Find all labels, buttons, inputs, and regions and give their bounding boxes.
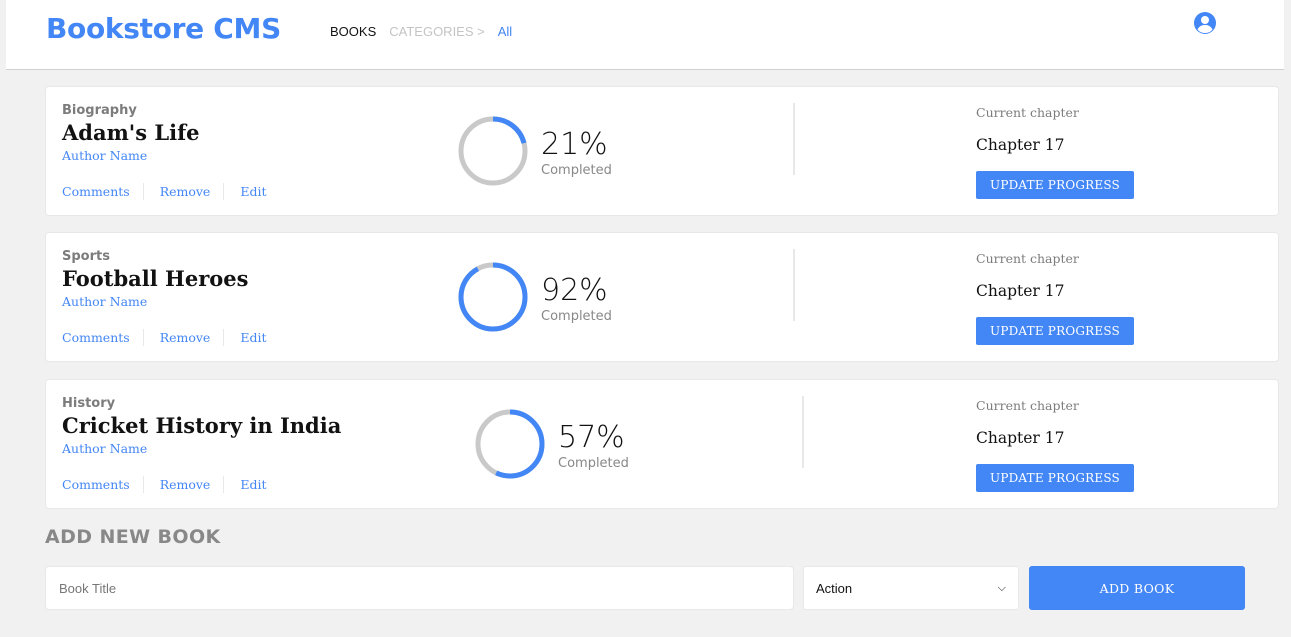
remove-button[interactable]: Remove <box>160 184 211 199</box>
edit-button[interactable]: Edit <box>240 477 266 492</box>
book-title: Cricket History in India <box>62 413 342 438</box>
update-progress-button[interactable]: UPDATE PROGRESS <box>976 464 1134 492</box>
card-divider <box>793 249 795 321</box>
current-chapter-label: Current chapter <box>976 105 1079 120</box>
book-genre: Biography <box>62 103 137 118</box>
book-author[interactable]: Author Name <box>62 441 147 456</box>
nav-categories-link[interactable]: CATEGORIES > <box>389 24 484 39</box>
card-divider <box>793 103 795 175</box>
update-progress-button[interactable]: UPDATE PROGRESS <box>976 171 1134 199</box>
nav-books-link[interactable]: BOOKS <box>330 24 376 39</box>
completed-label: Completed <box>541 309 612 324</box>
chevron-down-icon: ⌵ <box>997 581 1006 594</box>
header: Bookstore CMS BOOKS CATEGORIES > All <box>6 0 1284 70</box>
progress-ring <box>475 409 545 479</box>
action-divider <box>142 476 144 493</box>
book-author[interactable]: Author Name <box>62 148 147 163</box>
current-chapter-label: Current chapter <box>976 251 1079 266</box>
update-progress-button[interactable]: UPDATE PROGRESS <box>976 317 1134 345</box>
nav-bar: BOOKS CATEGORIES > All <box>330 24 512 39</box>
book-actions: Comments Remove Edit <box>62 476 267 493</box>
edit-button[interactable]: Edit <box>240 184 266 199</box>
brand-logo[interactable]: Bookstore CMS <box>46 12 281 45</box>
current-chapter: Chapter 17 <box>976 429 1065 447</box>
book-card: History Cricket History in India Author … <box>45 379 1279 509</box>
remove-button[interactable]: Remove <box>160 477 211 492</box>
add-book-button[interactable]: ADD BOOK <box>1029 566 1245 610</box>
category-select[interactable]: Action ⌵ <box>803 566 1019 610</box>
edit-button[interactable]: Edit <box>240 330 266 345</box>
comments-button[interactable]: Comments <box>62 330 130 345</box>
book-actions: Comments Remove Edit <box>62 183 267 200</box>
book-title: Adam's Life <box>62 120 200 145</box>
current-chapter: Chapter 17 <box>976 282 1065 300</box>
remove-button[interactable]: Remove <box>160 330 211 345</box>
comments-button[interactable]: Comments <box>62 477 130 492</box>
book-title: Football Heroes <box>62 266 249 291</box>
nav-all-link[interactable]: All <box>498 24 512 39</box>
action-divider <box>223 183 225 200</box>
card-divider <box>802 396 804 468</box>
action-divider <box>223 329 225 346</box>
progress-percent: 92% <box>541 273 608 308</box>
comments-button[interactable]: Comments <box>62 184 130 199</box>
current-chapter-label: Current chapter <box>976 398 1079 413</box>
category-selected-value: Action <box>816 580 853 596</box>
book-card: Biography Adam's Life Author Name Commen… <box>45 86 1279 216</box>
action-divider <box>223 476 225 493</box>
book-card: Sports Football Heroes Author Name Comme… <box>45 232 1279 362</box>
book-title-input[interactable] <box>45 566 794 610</box>
completed-label: Completed <box>541 163 612 178</box>
book-author[interactable]: Author Name <box>62 294 147 309</box>
user-circle-icon[interactable] <box>1193 11 1217 35</box>
add-book-heading: ADD NEW BOOK <box>45 526 221 548</box>
progress-ring <box>458 116 528 186</box>
action-divider <box>142 329 144 346</box>
book-genre: History <box>62 396 116 411</box>
book-genre: Sports <box>62 249 110 264</box>
current-chapter: Chapter 17 <box>976 136 1065 154</box>
book-actions: Comments Remove Edit <box>62 329 267 346</box>
progress-ring <box>458 262 528 332</box>
progress-percent: 21% <box>541 127 608 162</box>
progress-percent: 57% <box>558 420 625 455</box>
completed-label: Completed <box>558 456 629 471</box>
action-divider <box>142 183 144 200</box>
